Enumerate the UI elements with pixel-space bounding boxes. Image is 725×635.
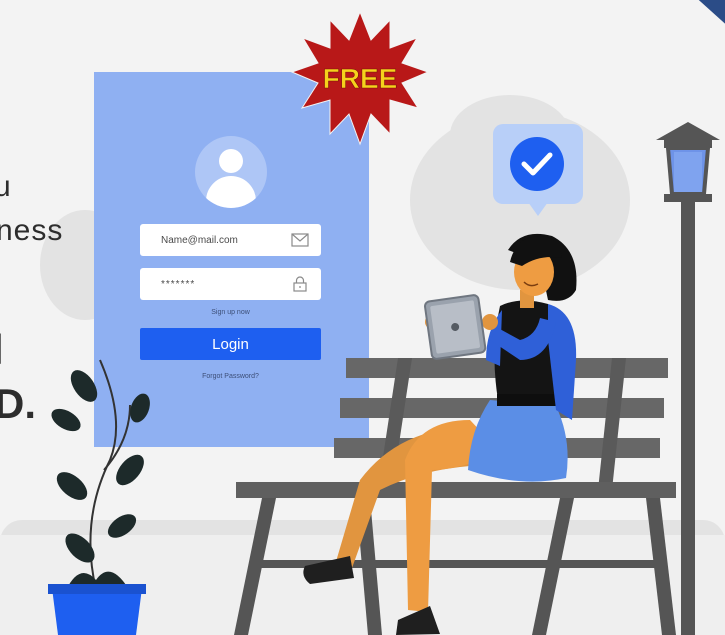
bench-seat [236,482,676,498]
woman-belt [497,394,559,406]
tablet-device [424,294,487,360]
plant-pot [52,588,142,635]
plant-leaf-4 [56,472,88,500]
plant-leaf-6 [65,533,95,563]
plant-leaf-3 [116,454,144,486]
promo-page: u ness l D. Name@mail.com ******* Sign u… [0,0,725,635]
woman-hand-right [482,314,498,330]
woman-skirt [468,400,568,482]
illustration-scene [48,233,676,635]
plant-leaf-2 [51,408,81,432]
plant-pot-rim [48,584,146,594]
plant-leaf-1 [70,370,98,402]
plant-leaf-5 [107,514,137,538]
